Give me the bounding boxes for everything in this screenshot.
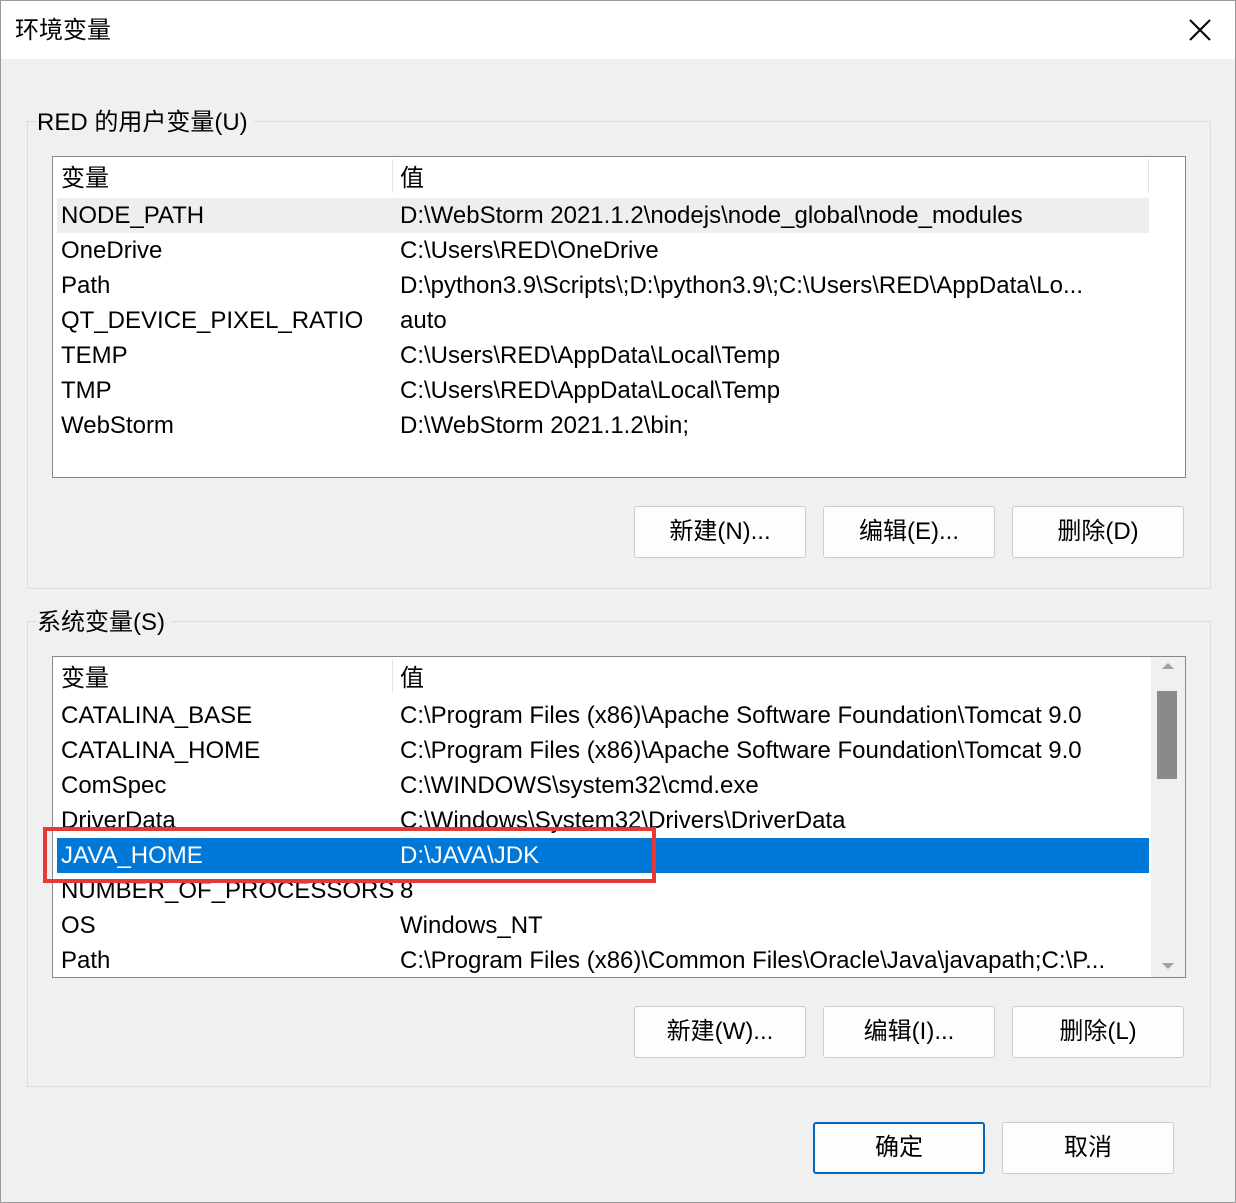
variable-name: ComSpec bbox=[61, 772, 167, 799]
variable-value: D:\WebStorm 2021.1.2\bin; bbox=[400, 412, 690, 439]
system-variables-list[interactable]: 变量 值 CATALINA_BASE C:\Program Files (x86… bbox=[52, 656, 1186, 978]
variable-name: CATALINA_HOME bbox=[61, 737, 261, 764]
list-row[interactable]: NODE_PATH D:\WebStorm 2021.1.2\nodejs\no… bbox=[57, 198, 1149, 233]
variable-value: C:\Users\RED\AppData\Local\Temp bbox=[400, 342, 781, 369]
variable-name: QT_DEVICE_PIXEL_RATIO bbox=[61, 307, 364, 334]
variable-value: C:\Users\RED\AppData\Local\Temp bbox=[400, 377, 781, 404]
column-header-value[interactable]: 值 bbox=[394, 157, 1149, 195]
scrollbar-thumb[interactable] bbox=[1157, 691, 1177, 779]
variable-value: C:\Users\RED\OneDrive bbox=[400, 237, 659, 264]
system-edit-button[interactable]: 编辑(I)... bbox=[823, 1006, 995, 1058]
user-delete-button[interactable]: 删除(D) bbox=[1012, 506, 1184, 558]
list-row[interactable]: TEMP C:\Users\RED\AppData\Local\Temp bbox=[57, 338, 1149, 373]
variable-name: TMP bbox=[61, 377, 112, 404]
user-edit-button[interactable]: 编辑(E)... bbox=[823, 506, 995, 558]
list-header: 变量 值 bbox=[53, 657, 1149, 695]
variable-value: C:\Program Files (x86)\Apache Software F… bbox=[400, 737, 1082, 764]
list-row[interactable]: CATALINA_HOME C:\Program Files (x86)\Apa… bbox=[57, 733, 1149, 768]
ok-button[interactable]: 确定 bbox=[813, 1122, 985, 1174]
variable-name: TEMP bbox=[61, 342, 128, 369]
system-variables-label: 系统变量(S) bbox=[37, 609, 171, 637]
variable-value: D:\python3.9\Scripts\;D:\python3.9\;C:\U… bbox=[400, 272, 1083, 299]
variable-name: OS bbox=[61, 912, 96, 939]
variable-value: auto bbox=[400, 307, 447, 334]
variable-name: Path bbox=[61, 272, 111, 299]
user-variables-list[interactable]: 变量 值 NODE_PATH D:\WebStorm 2021.1.2\node… bbox=[52, 156, 1186, 478]
user-variables-label: RED 的用户变量(U) bbox=[37, 109, 254, 137]
system-new-button[interactable]: 新建(W)... bbox=[634, 1006, 806, 1058]
list-row[interactable]: WebStorm D:\WebStorm 2021.1.2\bin; bbox=[57, 408, 1149, 443]
vertical-scrollbar[interactable] bbox=[1151, 657, 1185, 977]
list-header: 变量 值 bbox=[53, 157, 1149, 195]
variable-value: Windows_NT bbox=[400, 912, 543, 939]
variable-name: OneDrive bbox=[61, 237, 163, 264]
scroll-down-arrow-icon[interactable] bbox=[1162, 963, 1174, 969]
scroll-up-arrow-icon[interactable] bbox=[1162, 663, 1174, 669]
environment-variables-dialog: 环境变量 RED 的用户变量(U) 变量 值 NODE_PATH D:\WebS… bbox=[0, 0, 1236, 1203]
list-row[interactable]: ComSpec C:\WINDOWS\system32\cmd.exe bbox=[57, 768, 1149, 803]
list-row[interactable]: Path D:\python3.9\Scripts\;D:\python3.9\… bbox=[57, 268, 1149, 303]
list-row[interactable]: CATALINA_BASE C:\Program Files (x86)\Apa… bbox=[57, 698, 1149, 733]
variable-value: C:\WINDOWS\system32\cmd.exe bbox=[400, 772, 759, 799]
column-header-variable[interactable]: 变量 bbox=[55, 657, 390, 695]
variable-name: NODE_PATH bbox=[61, 202, 205, 229]
variable-name: CATALINA_BASE bbox=[61, 702, 253, 729]
column-header-variable[interactable]: 变量 bbox=[55, 157, 390, 195]
highlight-annotation-box bbox=[43, 827, 656, 883]
close-button[interactable] bbox=[1171, 5, 1229, 55]
list-row[interactable]: OS Windows_NT bbox=[57, 908, 1149, 943]
list-row[interactable]: QT_DEVICE_PIXEL_RATIO auto bbox=[57, 303, 1149, 338]
list-row[interactable]: Path C:\Program Files (x86)\Common Files… bbox=[57, 943, 1149, 977]
user-new-button[interactable]: 新建(N)... bbox=[634, 506, 806, 558]
column-header-value[interactable]: 值 bbox=[394, 657, 1149, 695]
list-row[interactable]: OneDrive C:\Users\RED\OneDrive bbox=[57, 233, 1149, 268]
column-divider[interactable] bbox=[1148, 159, 1149, 193]
variable-name: Path bbox=[61, 947, 111, 974]
variable-value: C:\Program Files (x86)\Apache Software F… bbox=[400, 702, 1082, 729]
variable-value: C:\Program Files (x86)\Common Files\Orac… bbox=[400, 947, 1106, 974]
title-bar: 环境变量 bbox=[1, 1, 1235, 59]
close-icon bbox=[1189, 19, 1211, 41]
list-row[interactable]: TMP C:\Users\RED\AppData\Local\Temp bbox=[57, 373, 1149, 408]
column-divider[interactable] bbox=[392, 659, 393, 693]
variable-value: D:\WebStorm 2021.1.2\nodejs\node_global\… bbox=[400, 202, 1023, 229]
system-delete-button[interactable]: 删除(L) bbox=[1012, 1006, 1184, 1058]
cancel-button[interactable]: 取消 bbox=[1002, 1122, 1174, 1174]
column-divider[interactable] bbox=[392, 159, 393, 193]
window-title: 环境变量 bbox=[15, 17, 111, 44]
variable-name: WebStorm bbox=[61, 412, 174, 439]
